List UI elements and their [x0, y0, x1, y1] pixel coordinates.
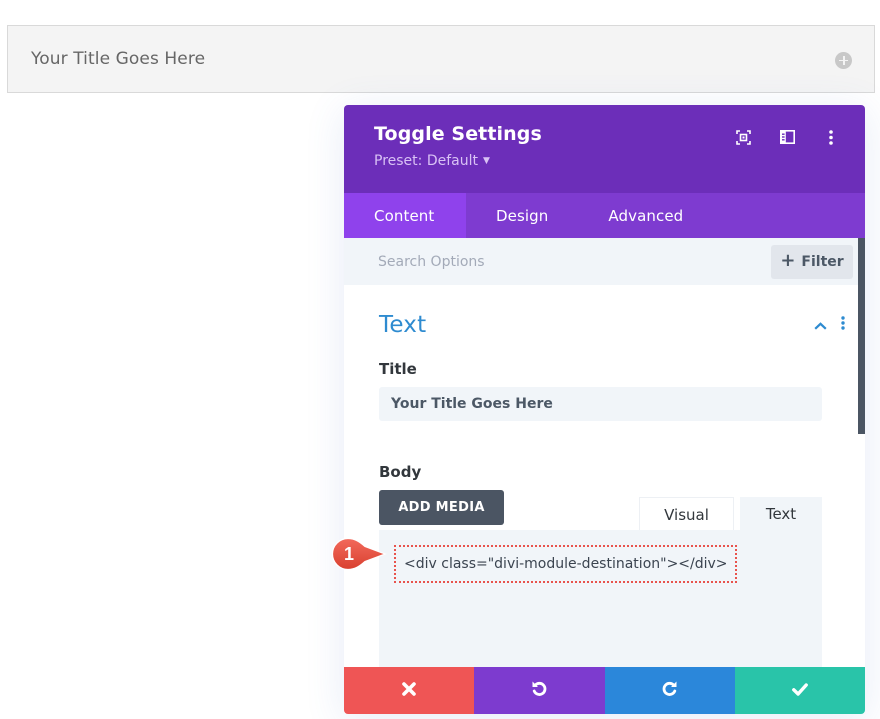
preset-label: Preset: Default — [374, 153, 478, 169]
chevron-up-icon[interactable] — [814, 315, 827, 334]
section-actions — [814, 311, 845, 334]
undo-icon — [531, 680, 548, 701]
panel-footer — [344, 667, 865, 714]
body-text-editor[interactable]: <div class="divi-module-destination"></d… — [379, 530, 822, 690]
callout-annotation: 1 — [331, 537, 387, 571]
panel-header: Toggle Settings Preset: Default ▼ — [344, 105, 865, 193]
editor-toolbar: ADD MEDIA Visual Text — [379, 490, 822, 531]
text-section-header[interactable]: Text — [379, 285, 865, 360]
body-field-label: Body — [379, 463, 422, 481]
redo-icon — [661, 680, 678, 701]
redo-button[interactable] — [604, 667, 735, 714]
settings-tabs: Content Design Advanced — [344, 193, 865, 238]
search-options-input[interactable] — [378, 253, 678, 270]
highlighted-code: <div class="divi-module-destination"></d… — [394, 545, 737, 583]
tab-content[interactable]: Content — [344, 193, 466, 238]
more-vertical-icon[interactable] — [823, 129, 839, 145]
check-icon — [791, 681, 808, 700]
undo-button[interactable] — [474, 667, 605, 714]
title-field-label: Title — [379, 360, 417, 378]
header-icons — [735, 129, 839, 145]
caret-down-icon: ▼ — [482, 156, 490, 166]
tab-design[interactable]: Design — [466, 193, 578, 238]
page-toggle-module[interactable]: Your Title Goes Here — [7, 25, 875, 93]
search-row: + Filter — [344, 238, 865, 285]
title-input[interactable] — [379, 387, 822, 421]
section-more-icon[interactable] — [841, 315, 845, 334]
filter-button[interactable]: + Filter — [771, 244, 853, 279]
plus-icon: + — [780, 249, 796, 271]
close-icon — [402, 681, 416, 700]
page-toggle-title: Your Title Goes Here — [31, 49, 206, 69]
callout-number: 1 — [343, 543, 354, 564]
toggle-settings-panel: Toggle Settings Preset: Default ▼ Conten… — [344, 105, 865, 714]
sidebar-layout-icon[interactable] — [779, 129, 795, 145]
section-title: Text — [379, 311, 427, 338]
editor-tab-visual[interactable]: Visual — [639, 497, 734, 531]
plus-circle-icon[interactable] — [835, 51, 852, 69]
filter-label: Filter — [801, 253, 844, 270]
add-media-button[interactable]: ADD MEDIA — [379, 490, 504, 525]
tab-advanced[interactable]: Advanced — [578, 193, 713, 238]
expand-icon[interactable] — [735, 129, 751, 145]
cancel-button[interactable] — [344, 667, 475, 714]
editor-tab-text[interactable]: Text — [740, 497, 822, 531]
content-area: Text Title Body ADD MEDIA Visual T — [344, 285, 865, 690]
preset-dropdown[interactable]: Preset: Default ▼ — [374, 153, 490, 169]
save-button[interactable] — [734, 667, 865, 714]
